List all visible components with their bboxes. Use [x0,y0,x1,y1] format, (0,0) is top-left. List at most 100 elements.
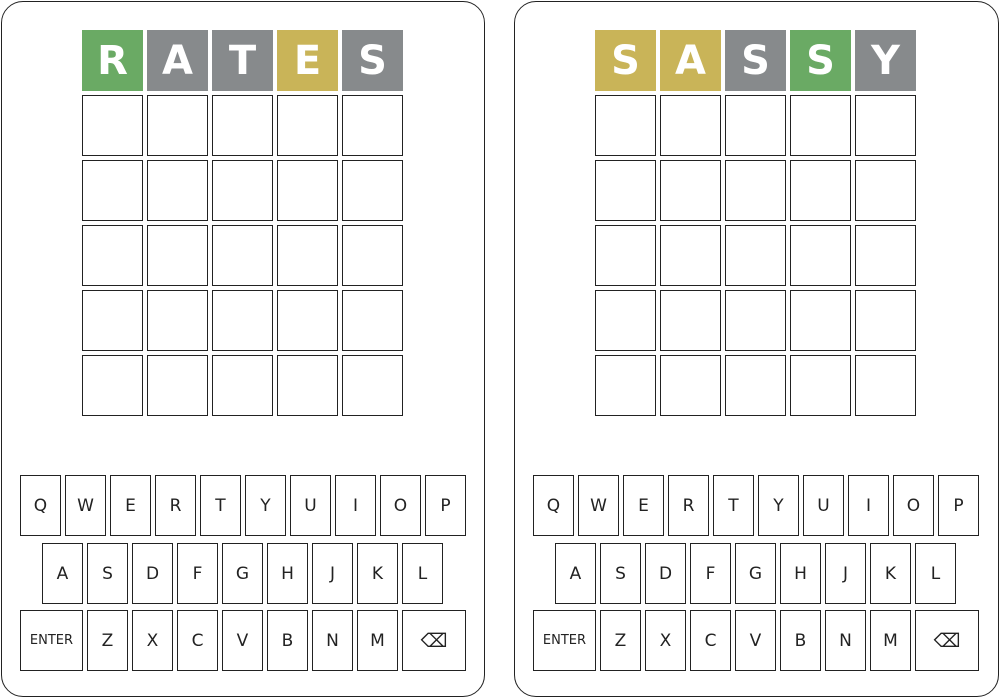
empty-tile [595,290,656,351]
key-c[interactable]: C [177,610,218,671]
key-b[interactable]: B [780,610,821,671]
empty-tile [595,160,656,221]
key-y[interactable]: Y [245,475,286,536]
key-t[interactable]: T [200,475,241,536]
letter-tile-gray: S [342,30,403,91]
key-y[interactable]: Y [758,475,799,536]
key-v[interactable]: V [735,610,776,671]
key-m[interactable]: M [870,610,911,671]
key-b[interactable]: B [267,610,308,671]
key-x[interactable]: X [132,610,173,671]
key-p[interactable]: P [938,475,979,536]
key-g[interactable]: G [222,543,263,604]
empty-tile [147,290,208,351]
empty-tile [147,95,208,156]
key-a[interactable]: A [42,543,83,604]
empty-tile [342,160,403,221]
enter-key[interactable]: ENTER [533,610,596,671]
key-i[interactable]: I [335,475,376,536]
key-a[interactable]: A [555,543,596,604]
key-d[interactable]: D [645,543,686,604]
empty-tile [342,355,403,416]
empty-tile [277,290,338,351]
key-e[interactable]: E [623,475,664,536]
game-panel-left: RATES Q W E R T Y U I O P A S D F G H J K L ENTER Z X C V B N M ⌫ [1,1,485,697]
game-board: SASSY [595,30,916,416]
empty-tile [82,355,143,416]
empty-tile [342,225,403,286]
key-q[interactable]: Q [533,475,574,536]
key-f[interactable]: F [177,543,218,604]
key-d[interactable]: D [132,543,173,604]
key-h[interactable]: H [780,543,821,604]
key-r[interactable]: R [155,475,196,536]
letter-tile-yellow: A [660,30,721,91]
empty-tile [82,160,143,221]
empty-tile [725,290,786,351]
empty-tile [212,290,273,351]
empty-tile [855,225,916,286]
letter-tile-gray: S [725,30,786,91]
letter-tile-gray: A [147,30,208,91]
key-k[interactable]: K [870,543,911,604]
empty-tile [147,225,208,286]
key-w[interactable]: W [65,475,106,536]
key-r[interactable]: R [668,475,709,536]
empty-tile [277,225,338,286]
empty-tile [855,290,916,351]
key-z[interactable]: Z [600,610,641,671]
empty-tile [725,160,786,221]
empty-tile [342,95,403,156]
key-u[interactable]: U [803,475,844,536]
key-s[interactable]: S [87,543,128,604]
empty-tile [660,225,721,286]
empty-tile [277,160,338,221]
key-n[interactable]: N [312,610,353,671]
empty-tile [82,225,143,286]
key-t[interactable]: T [713,475,754,536]
backspace-key[interactable]: ⌫ [402,610,466,671]
key-h[interactable]: H [267,543,308,604]
key-j[interactable]: J [825,543,866,604]
empty-tile [855,160,916,221]
letter-tile-yellow: S [595,30,656,91]
empty-tile [660,290,721,351]
empty-tile [725,225,786,286]
key-c[interactable]: C [690,610,731,671]
empty-tile [660,160,721,221]
key-x[interactable]: X [645,610,686,671]
key-p[interactable]: P [425,475,466,536]
key-f[interactable]: F [690,543,731,604]
empty-tile [342,290,403,351]
key-e[interactable]: E [110,475,151,536]
key-o[interactable]: O [893,475,934,536]
key-u[interactable]: U [290,475,331,536]
empty-tile [660,355,721,416]
empty-tile [855,355,916,416]
enter-key[interactable]: ENTER [20,610,83,671]
empty-tile [212,95,273,156]
key-l[interactable]: L [915,543,956,604]
empty-tile [212,225,273,286]
key-l[interactable]: L [402,543,443,604]
empty-tile [82,95,143,156]
game-board: RATES [82,30,403,416]
key-s[interactable]: S [600,543,641,604]
empty-tile [147,355,208,416]
empty-tile [147,160,208,221]
empty-tile [595,225,656,286]
letter-tile-green: S [790,30,851,91]
key-g[interactable]: G [735,543,776,604]
backspace-key[interactable]: ⌫ [915,610,979,671]
key-q[interactable]: Q [20,475,61,536]
key-j[interactable]: J [312,543,353,604]
key-w[interactable]: W [578,475,619,536]
key-m[interactable]: M [357,610,398,671]
key-n[interactable]: N [825,610,866,671]
empty-tile [82,290,143,351]
key-v[interactable]: V [222,610,263,671]
key-k[interactable]: K [357,543,398,604]
key-o[interactable]: O [380,475,421,536]
key-i[interactable]: I [848,475,889,536]
key-z[interactable]: Z [87,610,128,671]
